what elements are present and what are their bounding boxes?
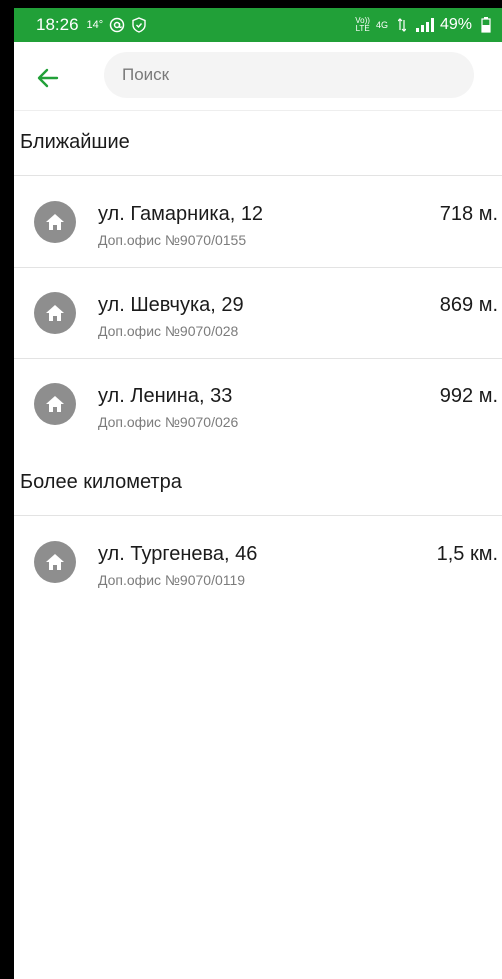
branch-office: Доп.офис №9070/0119	[98, 572, 246, 588]
branch-address: ул. Гамарника, 12	[98, 203, 264, 225]
home-icon	[34, 383, 76, 425]
home-icon	[34, 292, 76, 334]
app-screen: 18:26 14° Vo)) LTE 4G 49% Поиск Ближайши…	[14, 8, 502, 979]
network-type: 4G	[375, 20, 388, 30]
shield-check-icon	[131, 17, 147, 33]
branch-distance: 992 м.	[439, 385, 498, 407]
branch-distance: 718 м.	[439, 203, 498, 225]
battery-icon	[478, 17, 494, 33]
status-temperature: 14°	[86, 19, 104, 31]
section-title-nearest: Ближайшие	[14, 110, 502, 176]
branch-list-item[interactable]: ул. Шевчука, 29 Доп.офис №9070/028 869 м…	[14, 268, 502, 359]
branch-office: Доп.офис №9070/028	[98, 323, 239, 339]
status-bar: 18:26 14° Vo)) LTE 4G 49%	[14, 8, 502, 42]
home-icon	[34, 201, 76, 243]
status-left-group: 18:26 14°	[36, 15, 147, 35]
status-right-group: Vo)) LTE 4G 49%	[355, 8, 494, 42]
branch-list-item[interactable]: ул. Ленина, 33 Доп.офис №9070/026 992 м.	[14, 359, 502, 449]
arrow-left-icon	[37, 67, 59, 94]
home-icon	[34, 541, 76, 583]
branch-list-item[interactable]: ул. Тургенева, 46 Доп.офис №9070/0119 1,…	[14, 517, 502, 607]
screen-frame-top	[0, 0, 502, 8]
branch-list-item[interactable]: ул. Гамарника, 12 Доп.офис №9070/0155 71…	[14, 177, 502, 268]
status-time: 18:26	[36, 15, 79, 34]
signal-strength-icon	[415, 18, 434, 32]
battery-percent: 49%	[439, 16, 472, 33]
back-button[interactable]	[30, 62, 66, 98]
lte-label: LTE	[355, 24, 370, 33]
branch-distance: 1,5 км.	[436, 543, 498, 565]
branch-address: ул. Тургенева, 46	[98, 543, 258, 565]
branch-distance: 869 м.	[439, 294, 498, 316]
branch-address: ул. Ленина, 33	[98, 385, 233, 407]
branch-address: ул. Шевчука, 29	[98, 294, 244, 316]
data-transfer-icon	[394, 17, 410, 33]
branch-office: Доп.офис №9070/0155	[98, 232, 247, 248]
search-header	[14, 42, 502, 111]
screen-frame-left	[0, 0, 14, 979]
section-title-over-kilometer: Более километра	[14, 450, 502, 516]
branch-office: Доп.офис №9070/026	[98, 414, 239, 430]
at-sign-icon	[109, 17, 125, 33]
volte-indicator: Vo)) LTE	[355, 17, 370, 33]
search-input[interactable]	[104, 52, 474, 98]
